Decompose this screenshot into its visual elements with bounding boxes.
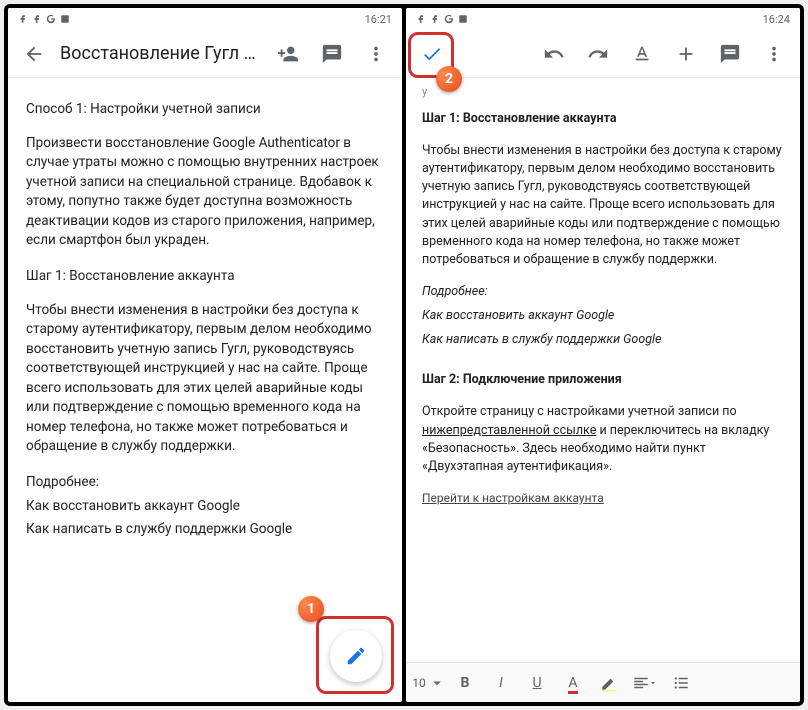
more-label: Подробнее: <box>422 283 784 301</box>
document-body-view[interactable]: Способ 1: Настройки учетной записи Произ… <box>8 78 402 702</box>
more-menu-button[interactable] <box>756 36 792 72</box>
section-heading: Способ 1: Настройки учетной записи <box>26 100 384 120</box>
inline-link: нижепредставленной ссылке <box>422 423 596 438</box>
underline-button[interactable]: U <box>520 667 554 699</box>
text-run: Откройте страницу с настройками учетной … <box>422 404 737 419</box>
chevron-down-icon <box>648 678 658 688</box>
document-title[interactable]: Восстановление Гугл А... <box>60 43 262 64</box>
facebook-icon <box>416 14 426 24</box>
font-size-value: 10 <box>412 676 426 690</box>
edit-fab-button[interactable] <box>330 630 382 682</box>
status-bar: 16:21 <box>8 8 402 30</box>
app-icon <box>60 14 70 24</box>
dual-screenshot-wrapper: 16:21 Восстановление Гугл А... Способ 1:… <box>4 4 804 706</box>
bulleted-list-button[interactable] <box>664 667 698 699</box>
align-button[interactable] <box>628 667 662 699</box>
clock: 16:21 <box>365 13 392 26</box>
facebook-icon <box>18 14 28 24</box>
related-link: Как написать в службу поддержки Google <box>26 520 384 540</box>
undo-button[interactable] <box>536 36 572 72</box>
step-heading: Шаг 2: Подключение приложения <box>422 371 784 389</box>
paragraph: Произвести восстановление Google Authent… <box>26 134 384 251</box>
goto-link: Перейти к настройкам аккаунта <box>422 490 784 507</box>
text-format-button[interactable] <box>624 36 660 72</box>
paragraph: Откройте страницу с настройками учетной … <box>422 403 784 476</box>
related-link: Как написать в службу поддержки Google <box>422 331 784 349</box>
done-check-button[interactable] <box>414 36 450 72</box>
clipped-text: у <box>422 84 784 100</box>
app-bar-view: Восстановление Гугл А... <box>8 30 402 78</box>
highlight-color-button[interactable] <box>592 667 626 699</box>
redo-button[interactable] <box>580 36 616 72</box>
facebook-icon <box>430 14 440 24</box>
related-link: Как восстановить аккаунт Google <box>422 307 784 325</box>
related-link: Как восстановить аккаунт Google <box>26 497 384 517</box>
status-bar: 16:24 <box>406 8 800 30</box>
more-label: Подробнее: <box>26 473 384 493</box>
document-body-edit[interactable]: у Шаг 1: Восстановление аккаунта Чтобы в… <box>406 78 800 662</box>
status-icons <box>18 14 70 24</box>
app-icon <box>458 14 468 24</box>
comments-button[interactable] <box>314 36 350 72</box>
google-icon <box>46 14 56 24</box>
status-icons <box>416 14 468 24</box>
phone-right-edit-mode: 16:24 <box>406 8 800 702</box>
google-icon <box>444 14 454 24</box>
more-menu-button[interactable] <box>358 36 394 72</box>
paragraph: Чтобы внести изменения в настройки без д… <box>26 301 384 458</box>
italic-button[interactable]: I <box>484 667 518 699</box>
phone-left-view-mode: 16:21 Восстановление Гугл А... Способ 1:… <box>8 8 402 702</box>
back-button[interactable] <box>16 36 52 72</box>
comments-button[interactable] <box>712 36 748 72</box>
app-bar-edit <box>406 30 800 78</box>
step-heading: Шаг 1: Восстановление аккаунта <box>26 267 384 287</box>
bold-button[interactable]: B <box>448 667 482 699</box>
step-heading: Шаг 1: Восстановление аккаунта <box>422 110 784 128</box>
clock: 16:24 <box>763 13 790 26</box>
insert-button[interactable] <box>668 36 704 72</box>
format-toolbar: 10 B I U A <box>406 662 800 702</box>
text-color-button[interactable]: A <box>556 667 590 699</box>
font-size-selector[interactable]: 10 <box>412 667 446 699</box>
chevron-down-icon <box>428 674 446 692</box>
share-add-person-button[interactable] <box>270 36 306 72</box>
facebook-icon <box>32 14 42 24</box>
paragraph: Чтобы внести изменения в настройки без д… <box>422 142 784 269</box>
